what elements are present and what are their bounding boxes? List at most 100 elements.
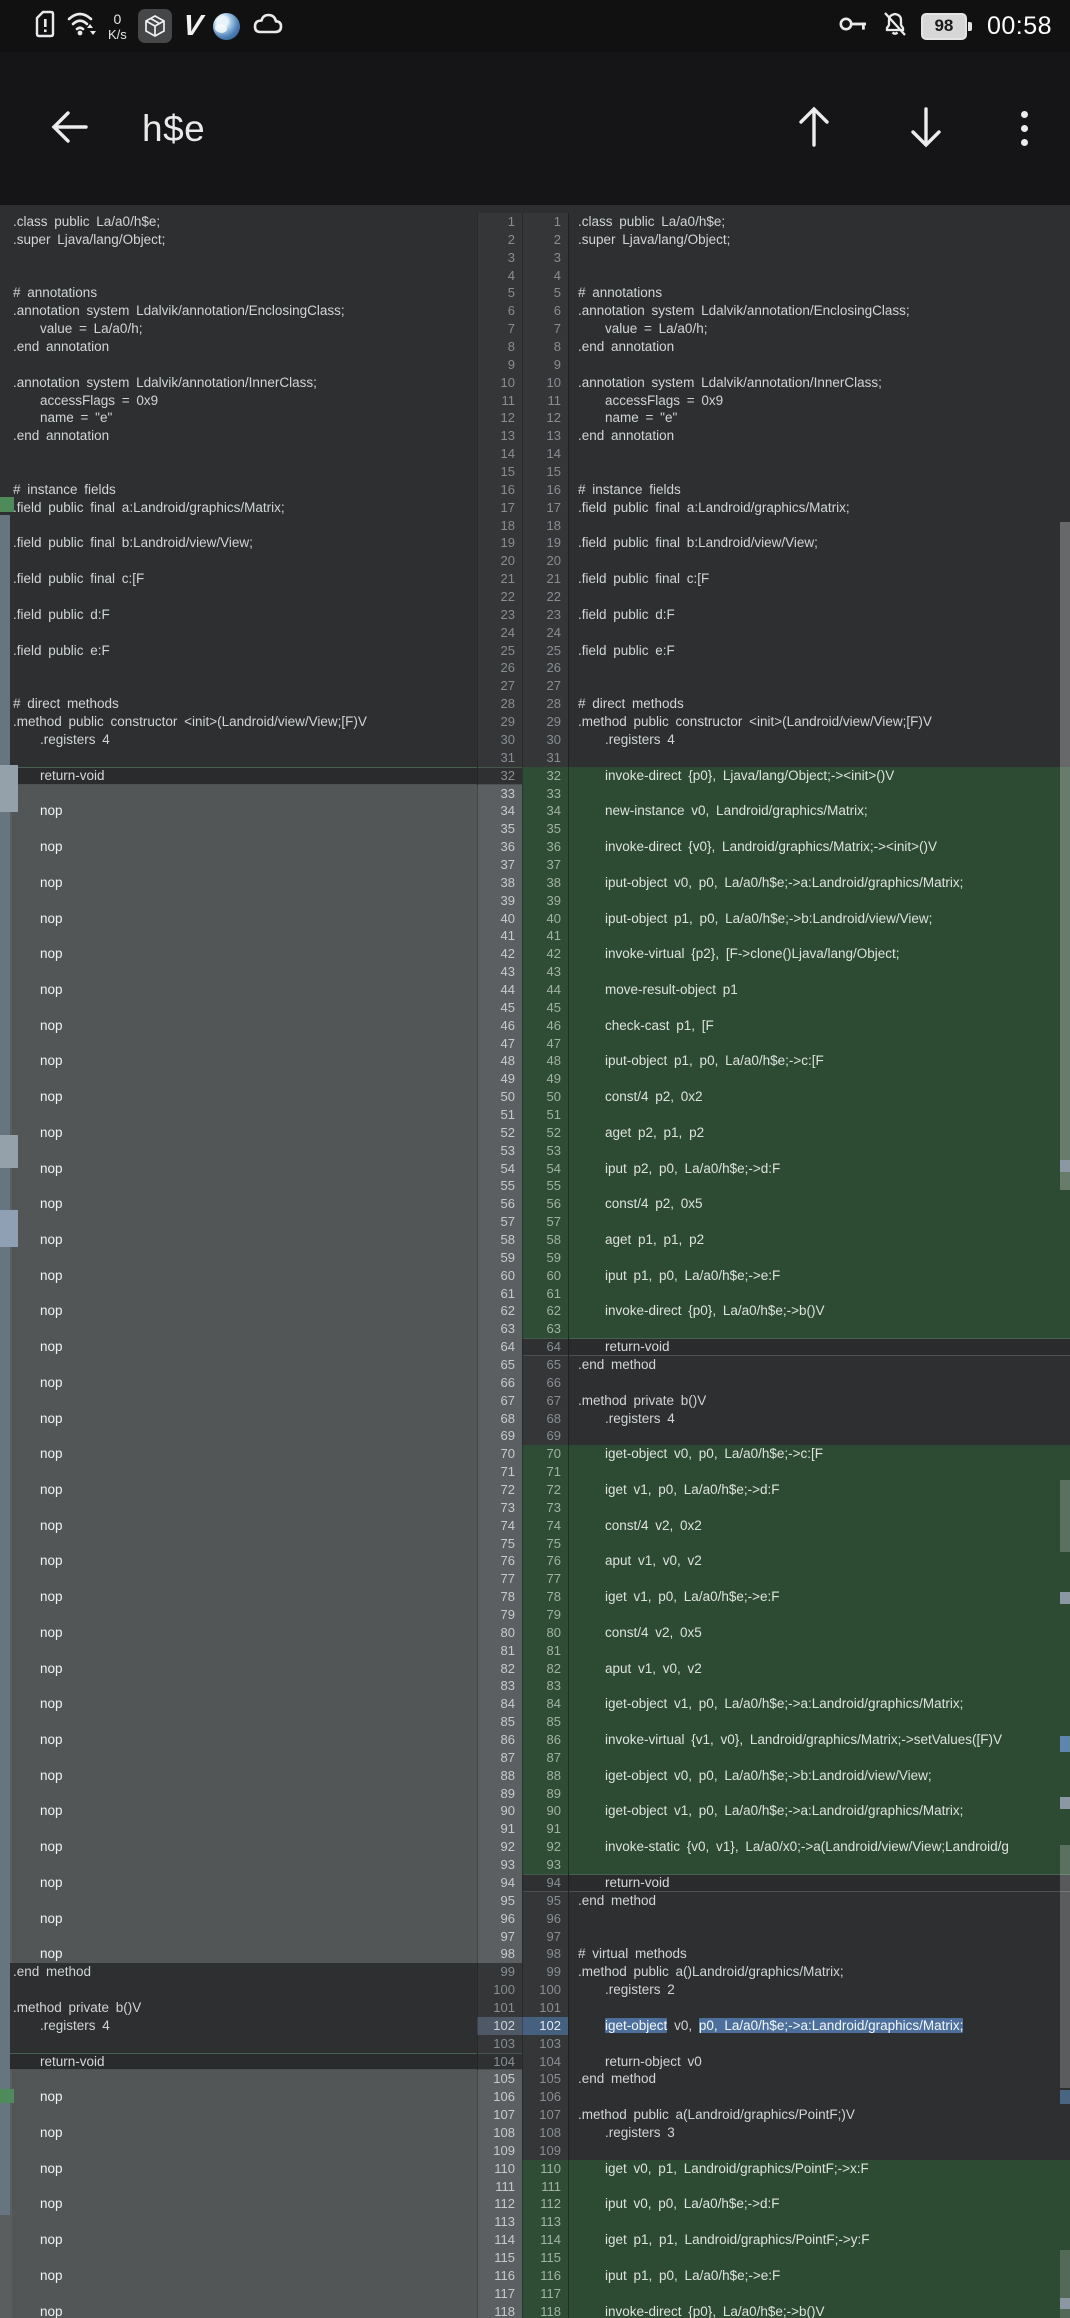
- left-code-line[interactable]: [0, 1285, 477, 1303]
- left-code-line[interactable]: [0, 356, 477, 374]
- left-code-line[interactable]: nop: [0, 2267, 477, 2285]
- left-code-line[interactable]: [0, 1642, 477, 1660]
- right-code-line[interactable]: .method public constructor <init>(Landro…: [568, 713, 1070, 731]
- left-code-line[interactable]: .field public e:F: [0, 642, 477, 660]
- right-code-line[interactable]: [568, 1749, 1070, 1767]
- left-code-line[interactable]: [0, 2035, 477, 2053]
- right-code-line[interactable]: .end method: [568, 2070, 1070, 2088]
- right-code-line[interactable]: [568, 927, 1070, 945]
- right-code-line[interactable]: iget v0, p1, Landroid/graphics/PointF;->…: [568, 2160, 1070, 2178]
- left-code-line[interactable]: nop: [0, 1767, 477, 1785]
- right-code-line[interactable]: [568, 267, 1070, 285]
- right-code-line[interactable]: [568, 249, 1070, 267]
- left-code-line[interactable]: [0, 1820, 477, 1838]
- right-code-line[interactable]: invoke-virtual {p2}, [F->clone()Ljava/la…: [568, 945, 1070, 963]
- left-code-line[interactable]: nop: [0, 1802, 477, 1820]
- left-code-line[interactable]: # direct methods: [0, 695, 477, 713]
- right-code-line[interactable]: .annotation system Ldalvik/annotation/In…: [568, 374, 1070, 392]
- right-code-line[interactable]: [568, 463, 1070, 481]
- right-code-line[interactable]: iput-object p1, p0, La/a0/h$e;->b:Landro…: [568, 910, 1070, 928]
- right-code-line[interactable]: # instance fields: [568, 481, 1070, 499]
- right-code-line[interactable]: [568, 1928, 1070, 1946]
- left-code-line[interactable]: nop: [0, 910, 477, 928]
- right-code-line[interactable]: aput v1, v0, v2: [568, 1552, 1070, 1570]
- left-code-line[interactable]: .field public d:F: [0, 606, 477, 624]
- left-code-line[interactable]: [0, 1213, 477, 1231]
- left-code-line[interactable]: [0, 1070, 477, 1088]
- right-code-line[interactable]: return-void: [568, 1874, 1070, 1892]
- right-code-line[interactable]: value = La/a0/h;: [568, 320, 1070, 338]
- right-code-line[interactable]: [568, 2249, 1070, 2267]
- right-code-line[interactable]: return-void: [568, 1338, 1070, 1356]
- left-code-line[interactable]: accessFlags = 0x9: [0, 392, 477, 410]
- right-code-line[interactable]: [568, 856, 1070, 874]
- left-code-line[interactable]: nop: [0, 874, 477, 892]
- right-code-line[interactable]: .field public final c:[F: [568, 570, 1070, 588]
- left-code-line[interactable]: nop: [0, 838, 477, 856]
- right-code-line[interactable]: [568, 1374, 1070, 1392]
- left-code-line[interactable]: [0, 552, 477, 570]
- left-code-line[interactable]: nop: [0, 1552, 477, 1570]
- right-code-line[interactable]: [568, 892, 1070, 910]
- right-code-line[interactable]: # direct methods: [568, 695, 1070, 713]
- left-code-line[interactable]: .method private b()V: [0, 1999, 477, 2017]
- right-code-line[interactable]: iget v1, p0, La/a0/h$e;->e:F: [568, 1588, 1070, 1606]
- left-code-line[interactable]: [0, 963, 477, 981]
- back-button[interactable]: [48, 109, 90, 148]
- right-code-line[interactable]: invoke-direct {p0}, La/a0/h$e;->b()V: [568, 2303, 1070, 2318]
- right-code-line[interactable]: [568, 2035, 1070, 2053]
- right-code-line[interactable]: [568, 1785, 1070, 1803]
- right-code-line[interactable]: [568, 785, 1070, 803]
- right-code-line[interactable]: accessFlags = 0x9: [568, 392, 1070, 410]
- left-code-line[interactable]: nop: [0, 1195, 477, 1213]
- right-code-line[interactable]: .field public final a:Landroid/graphics/…: [568, 499, 1070, 517]
- left-code-line[interactable]: [0, 1249, 477, 1267]
- left-code-line[interactable]: nop: [0, 802, 477, 820]
- left-code-line[interactable]: .end annotation: [0, 427, 477, 445]
- left-code-line[interactable]: [0, 517, 477, 535]
- right-code-line[interactable]: const/4 p2, 0x2: [568, 1088, 1070, 1106]
- left-code-line[interactable]: [0, 1892, 477, 1910]
- right-code-line[interactable]: [568, 1106, 1070, 1124]
- left-code-line[interactable]: [0, 1785, 477, 1803]
- left-code-line[interactable]: [0, 267, 477, 285]
- left-code-line[interactable]: [0, 2249, 477, 2267]
- left-code-line[interactable]: .annotation system Ldalvik/annotation/En…: [0, 302, 477, 320]
- right-code-line[interactable]: [568, 1677, 1070, 1695]
- left-code-line[interactable]: [0, 659, 477, 677]
- right-code-line[interactable]: .registers 4: [568, 731, 1070, 749]
- right-code-line[interactable]: .field public d:F: [568, 606, 1070, 624]
- right-code-line[interactable]: iget-object v0, p0, La/a0/h$e;->a:Landro…: [568, 2017, 1070, 2035]
- right-code-line[interactable]: const/4 v2, 0x2: [568, 1517, 1070, 1535]
- right-code-line[interactable]: [568, 1463, 1070, 1481]
- right-code-line[interactable]: return-object v0: [568, 2053, 1070, 2071]
- right-code-line[interactable]: invoke-direct {v0}, Landroid/graphics/Ma…: [568, 838, 1070, 856]
- left-code-line[interactable]: .annotation system Ldalvik/annotation/In…: [0, 374, 477, 392]
- left-code-line[interactable]: [0, 1535, 477, 1553]
- navigate-down-button[interactable]: [909, 105, 943, 152]
- right-code-line[interactable]: [568, 2088, 1070, 2106]
- left-code-line[interactable]: [0, 463, 477, 481]
- right-code-line[interactable]: invoke-static {v0, v1}, La/a0/x0;->a(Lan…: [568, 1838, 1070, 1856]
- left-code-line[interactable]: [0, 249, 477, 267]
- left-code-line[interactable]: [0, 1749, 477, 1767]
- left-code-line[interactable]: [0, 892, 477, 910]
- left-code-line[interactable]: [0, 1713, 477, 1731]
- left-code-line[interactable]: [0, 999, 477, 1017]
- right-code-line[interactable]: .method private b()V: [568, 1392, 1070, 1410]
- right-code-line[interactable]: [568, 1606, 1070, 1624]
- left-code-line[interactable]: [0, 1392, 477, 1410]
- left-code-line[interactable]: nop: [0, 1660, 477, 1678]
- right-code-line[interactable]: [568, 1320, 1070, 1338]
- right-code-line[interactable]: [568, 1820, 1070, 1838]
- right-code-line[interactable]: .method public a()Landroid/graphics/Matr…: [568, 1963, 1070, 1981]
- right-code-line[interactable]: [568, 1499, 1070, 1517]
- left-code-line[interactable]: nop: [0, 1588, 477, 1606]
- right-code-line[interactable]: iget-object v1, p0, La/a0/h$e;->a:Landro…: [568, 1695, 1070, 1713]
- left-code-line[interactable]: value = La/a0/h;: [0, 320, 477, 338]
- right-code-line[interactable]: .end annotation: [568, 427, 1070, 445]
- right-code-line[interactable]: iget p1, p1, Landroid/graphics/PointF;->…: [568, 2231, 1070, 2249]
- left-code-line[interactable]: [0, 1856, 477, 1874]
- right-code-line[interactable]: [568, 820, 1070, 838]
- left-code-line[interactable]: [0, 588, 477, 606]
